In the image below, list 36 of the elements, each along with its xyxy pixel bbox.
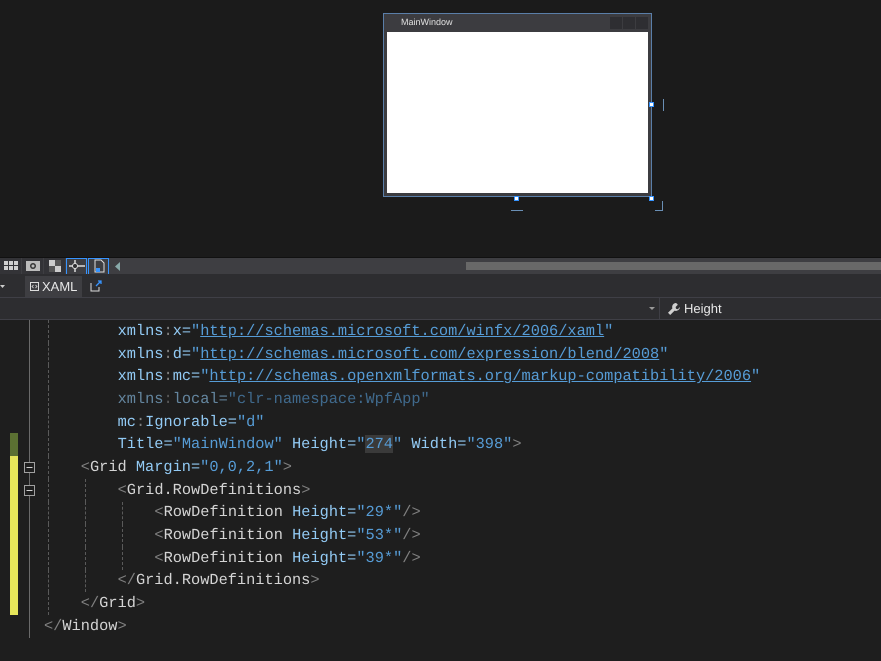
- code-line: xmlns:d="http://schemas.microsoft.com/expression/blend/2008": [118, 344, 668, 365]
- code-line: <RowDefinition Height="53*"/>: [154, 525, 421, 546]
- member-name: Height: [684, 300, 722, 318]
- code-line: <Grid Margin="0,0,2,1">: [80, 457, 292, 478]
- resize-handle[interactable]: [649, 102, 654, 107]
- code-line: Title="MainWindow" Height="274" Width="398">: [118, 434, 522, 456]
- xaml-tab[interactable]: XAML: [25, 276, 82, 297]
- code-line: xmlns:x="http://schemas.microsoft.com/winfx/2006/xaml": [118, 320, 614, 342]
- code-line: <RowDefinition Height="29*"/>: [154, 502, 421, 524]
- toolbar-button[interactable]: [0, 258, 21, 274]
- code-line: mc:Ignorable="d": [118, 412, 264, 433]
- toolbar-button[interactable]: [22, 258, 43, 274]
- checkerboard-icon: [48, 260, 60, 272]
- dropdown-icon[interactable]: [0, 285, 5, 289]
- code-line: xmlns:mc="http://schemas.openxmlformats.org/markup-compatibility/2006": [118, 366, 760, 388]
- resize-handle[interactable]: [514, 196, 519, 201]
- code-line: <Grid.RowDefinitions>: [118, 480, 310, 501]
- grid-icon: [4, 261, 18, 271]
- code-line: </Grid>: [80, 593, 146, 614]
- wrench-icon: [667, 302, 681, 316]
- code-line: </Grid.RowDefinitions>: [118, 570, 320, 592]
- collapse-icon[interactable]: [24, 462, 34, 473]
- resize-handle[interactable]: [649, 196, 654, 201]
- code-line: xmlns:local="clr-namespace:WpfApp": [118, 388, 430, 410]
- code-line: <RowDefinition Height="39*"/>: [154, 548, 421, 569]
- toolbar-button[interactable]: [44, 258, 65, 274]
- document-icon: [92, 259, 104, 273]
- popout-icon[interactable]: [90, 280, 102, 292]
- gear-icon: [26, 261, 40, 271]
- code-line: </Window>: [44, 616, 127, 637]
- window-title: MainWindow: [401, 16, 453, 30]
- code-icon: [30, 282, 39, 291]
- scroll-left-icon[interactable]: [115, 262, 121, 270]
- collapse-icon[interactable]: [24, 484, 34, 496]
- caret-icon: [649, 307, 655, 310]
- crosshair-icon: [68, 260, 84, 272]
